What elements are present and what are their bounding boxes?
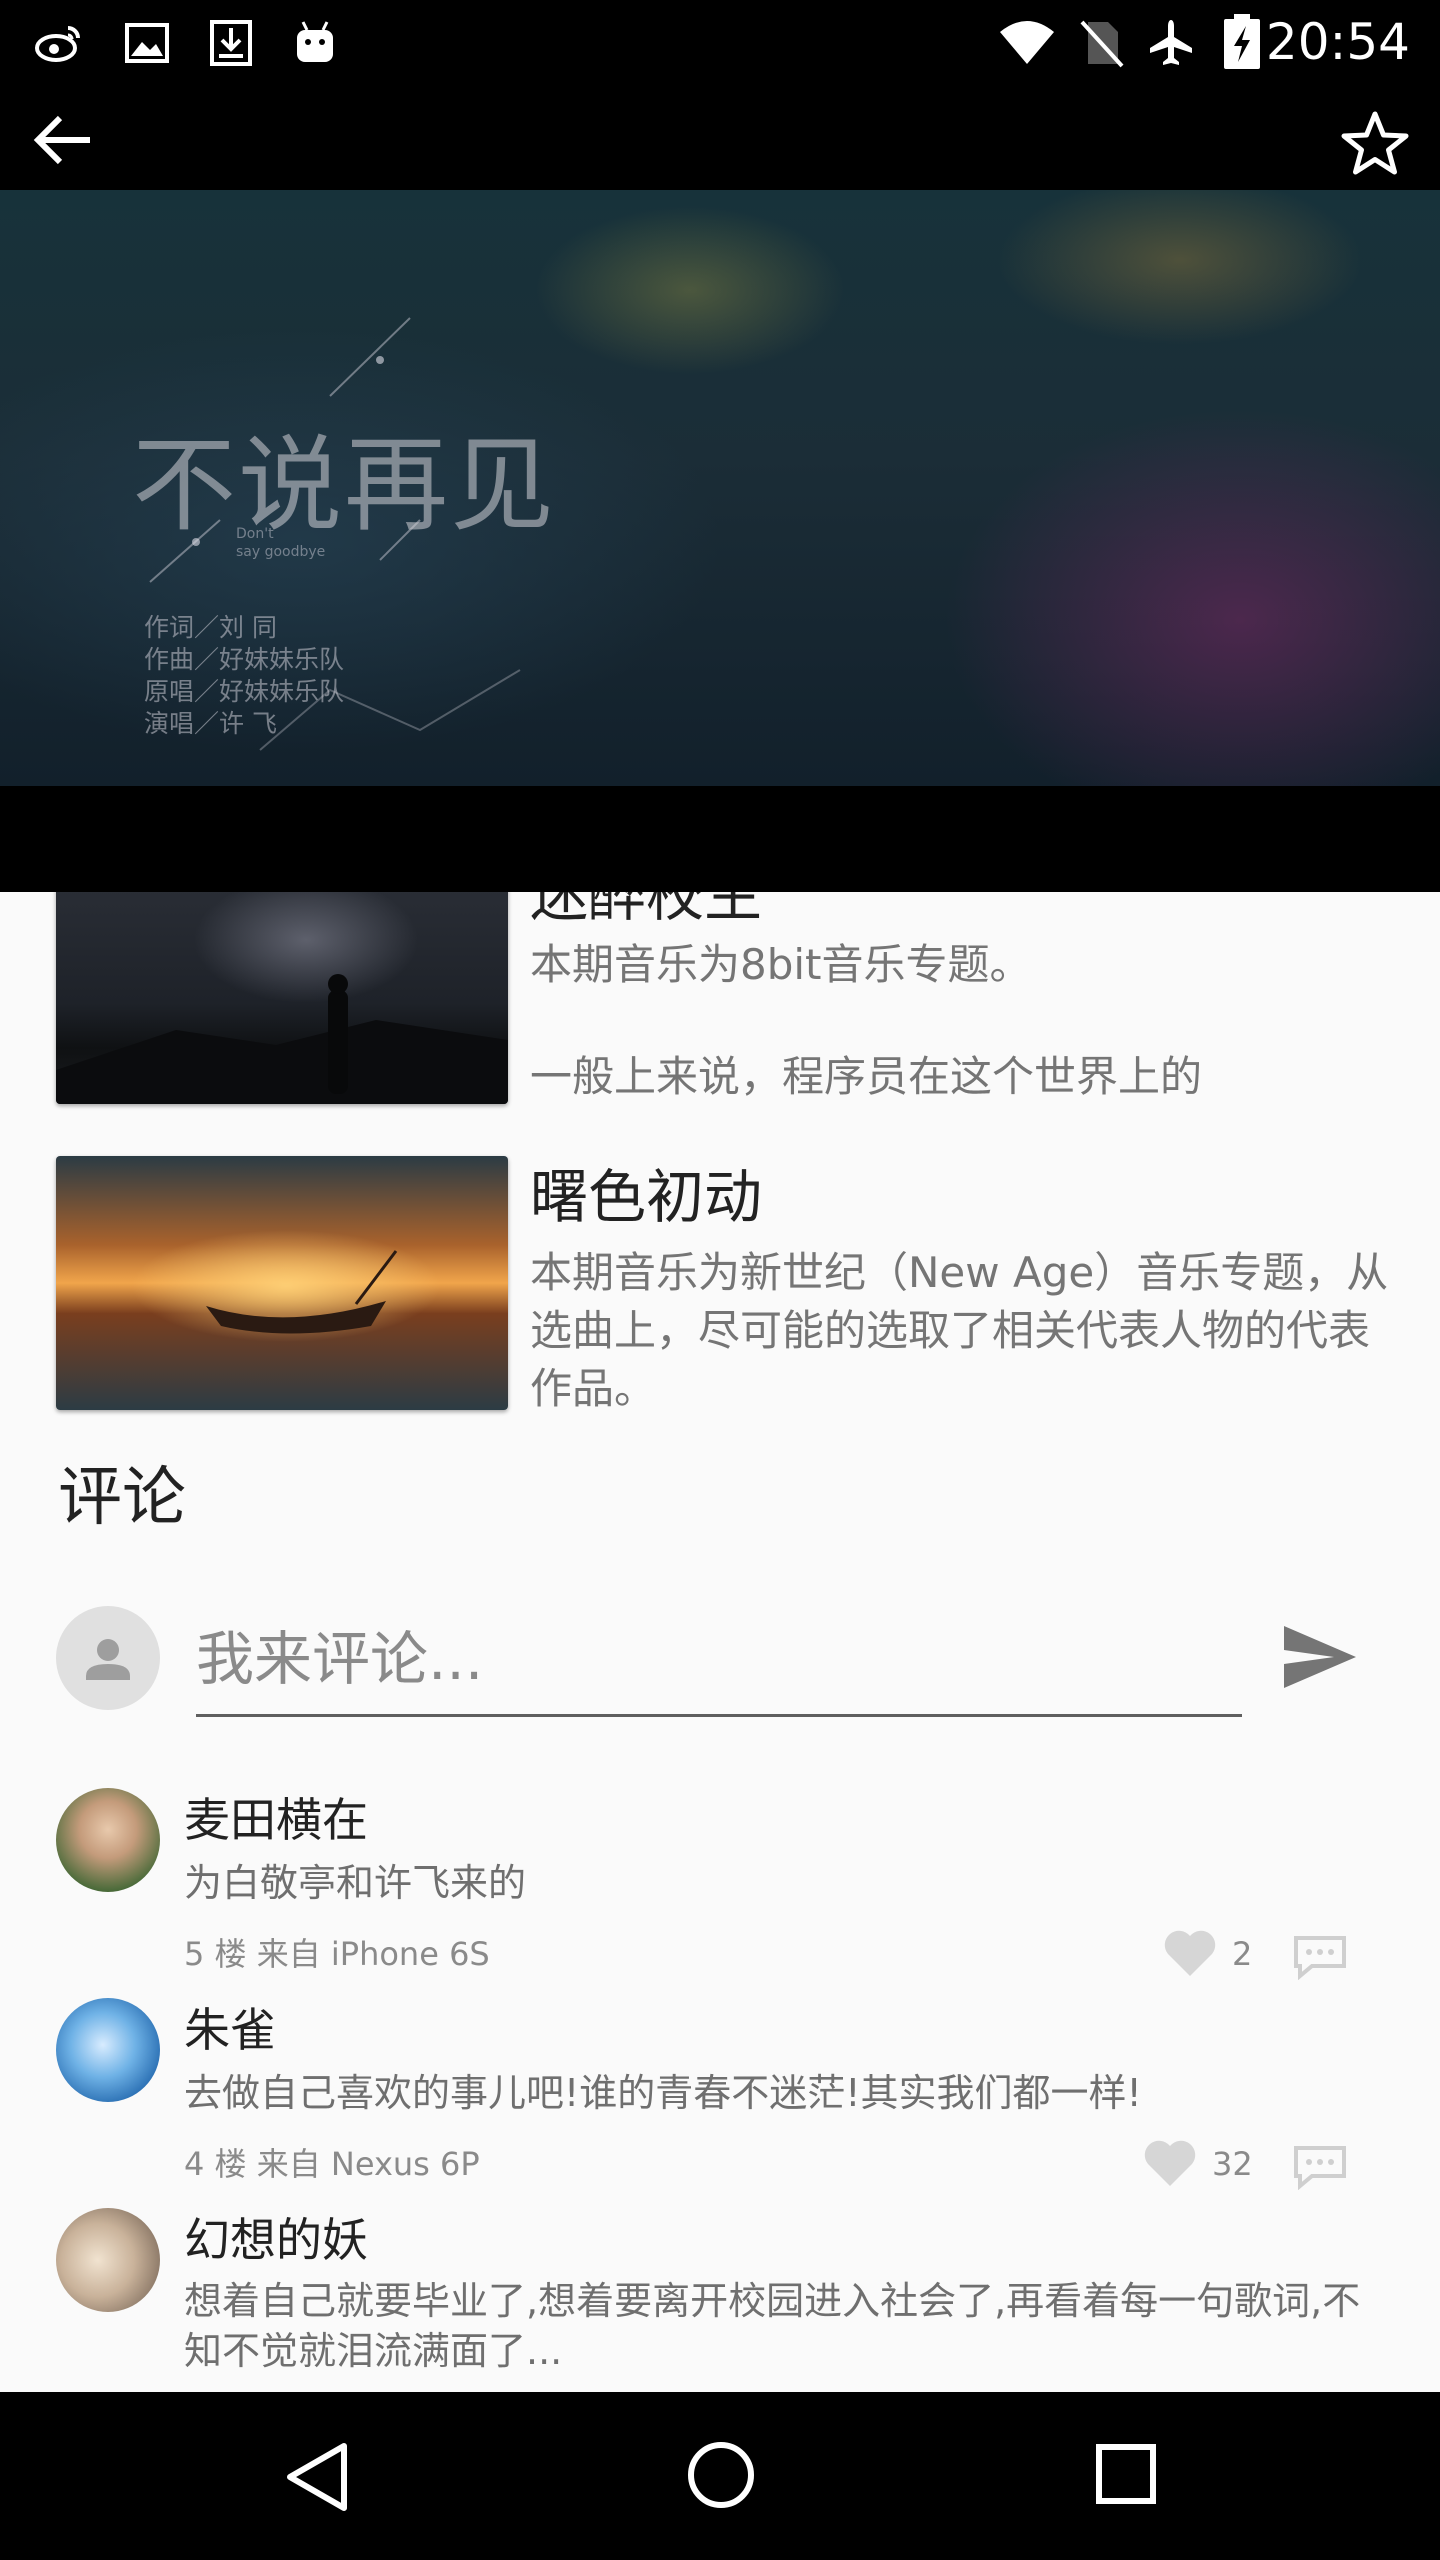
hero-title: 不说再见 xyxy=(132,424,557,546)
navigation-bar xyxy=(0,2392,1440,2560)
comment-author[interactable]: 幻想的妖 xyxy=(184,2212,368,2268)
hero-credit-original: 原唱／好妹妹乐队 xyxy=(144,677,345,706)
heart-icon[interactable] xyxy=(1162,1928,1218,1978)
reply-icon[interactable] xyxy=(1292,1934,1348,1980)
image-icon xyxy=(125,23,169,63)
person-icon xyxy=(86,1639,130,1680)
triangle-back-icon[interactable] xyxy=(282,2440,352,2514)
hero-credit-composer: 作曲／好妹妹乐队 xyxy=(144,645,345,674)
hero-credit-lyrics: 作词／刘 同 xyxy=(144,613,277,642)
comment-avatar[interactable] xyxy=(56,1998,160,2102)
night-sky-silhouette xyxy=(56,974,508,1104)
weibo-icon xyxy=(35,26,80,62)
comment-avatar[interactable] xyxy=(56,1788,160,1892)
comment-text: 去做自己喜欢的事儿吧!谁的青春不迷茫!其实我们都一样! xyxy=(184,2071,1142,2115)
heart-icon[interactable] xyxy=(1142,2138,1198,2188)
star-outline-icon[interactable] xyxy=(1340,110,1410,176)
reply-icon[interactable] xyxy=(1292,2144,1348,2190)
status-time: 20:54 xyxy=(1265,13,1410,71)
square-recents-icon[interactable] xyxy=(1094,2442,1158,2506)
comment-avatar[interactable] xyxy=(56,2208,160,2312)
music-thumb-2[interactable] xyxy=(56,1156,508,1410)
arrow-left-icon[interactable] xyxy=(32,114,94,166)
comment-text: 为白敬亭和许飞来的 xyxy=(184,1861,527,1905)
hero-credit-singer: 演唱／许 飞 xyxy=(144,709,277,738)
comments-title: 评论 xyxy=(58,1461,186,1535)
airplane-icon xyxy=(1150,20,1192,65)
music-desc-2: 本期音乐为新世纪（New Age）音乐专题，从选曲上，尽可能的选取了相关代表人物… xyxy=(530,1248,1389,1413)
like-count: 2 xyxy=(1232,1935,1253,1973)
comment-author[interactable]: 麦田横在 xyxy=(184,1792,368,1848)
like-count: 32 xyxy=(1212,2145,1253,2183)
music-desc-1-line1: 本期音乐为8bit音乐专题。 xyxy=(530,940,1032,989)
comment-meta: 4 楼 来自 Nexus 6P xyxy=(184,2145,480,2183)
comment-text: 想着自己就要毕业了,想着要离开校园进入社会了,再看着每一句歌词,不知不觉就泪流满… xyxy=(184,2279,1361,2373)
boat-sunset-scene xyxy=(206,1250,398,1334)
comment-input[interactable] xyxy=(196,1604,1242,1717)
circle-home-icon[interactable] xyxy=(686,2440,756,2510)
hero-image: 不说再见 Don't say goodbye 作词／刘 同 作曲／好妹妹乐队 原… xyxy=(0,190,1440,786)
status-bar: 20:54 xyxy=(0,0,1440,84)
music-desc-1-line2: 一般上来说，程序员在这个世界上的 xyxy=(530,1052,1203,1101)
current-user-avatar xyxy=(56,1606,160,1710)
hero-subtitle: Don't say goodbye xyxy=(236,526,326,560)
battery-charging-icon xyxy=(1224,14,1260,69)
comment-author[interactable]: 朱雀 xyxy=(184,2002,276,2058)
comment-meta: 5 楼 来自 iPhone 6S xyxy=(184,1935,490,1973)
send-icon[interactable] xyxy=(1280,1622,1360,1692)
no-sim-icon xyxy=(1080,20,1124,68)
download-icon xyxy=(210,20,252,66)
header-overlay xyxy=(0,786,1440,892)
toolbar xyxy=(0,84,1440,190)
android-icon xyxy=(297,21,333,62)
music-title-2[interactable]: 曙色初动 xyxy=(530,1162,762,1232)
music-thumb-1[interactable] xyxy=(56,880,508,1104)
wifi-icon xyxy=(1000,21,1054,64)
